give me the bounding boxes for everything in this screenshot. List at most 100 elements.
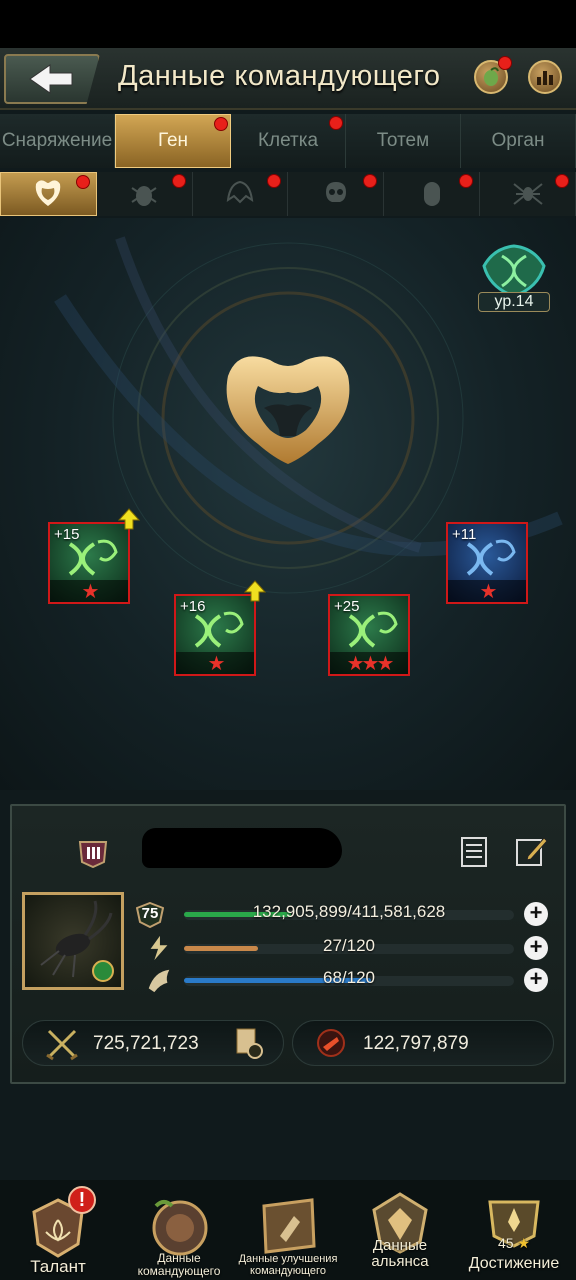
gene-card-bonus: +16 bbox=[180, 598, 206, 615]
nav-talent[interactable]: ! Талант bbox=[18, 1180, 98, 1280]
add-experience-button[interactable]: + bbox=[524, 902, 548, 926]
gene-card[interactable]: +15 ★ bbox=[48, 522, 130, 604]
tab-label: Орган bbox=[491, 130, 545, 151]
nav-achievement[interactable]: 45 ★ Достижение bbox=[458, 1180, 570, 1280]
gene-card[interactable]: +25 ★ ★ ★ bbox=[328, 594, 410, 676]
stat-row-experience: 132,905,899/411,581,628 + bbox=[138, 900, 548, 928]
achievement-count: 45 ★ bbox=[458, 1236, 570, 1250]
power-value: 725,721,723 bbox=[93, 1033, 199, 1054]
subtab-bull-crest[interactable] bbox=[0, 172, 97, 216]
stat-row-energy: 27/120 + bbox=[138, 934, 548, 962]
seed-alert-dot bbox=[498, 56, 512, 70]
nav-commander-data[interactable]: Данные командующего bbox=[124, 1180, 234, 1280]
nav-alliance-data[interactable]: Данные альянса bbox=[350, 1180, 450, 1280]
commander-info-panel: 75 132,905,899/411,581,628 +27/120 +68/120… bbox=[10, 804, 566, 1084]
subtab-helmet[interactable] bbox=[193, 172, 289, 216]
upgrade-arrow-icon bbox=[118, 508, 140, 530]
subtab-alert-dot bbox=[75, 175, 90, 189]
nav-label-commander-data-1: Данные bbox=[157, 1251, 201, 1265]
achievement-count-value: 45 bbox=[497, 1235, 514, 1251]
stat-row-stamina: 68/120 + bbox=[138, 966, 548, 994]
stag-beetle-icon bbox=[40, 900, 114, 982]
gene-card-stars: ★ bbox=[50, 580, 128, 603]
upgrade-data-icon bbox=[262, 1198, 316, 1254]
tab-3[interactable]: Тотем bbox=[346, 114, 461, 168]
star-icon: ★ bbox=[376, 652, 394, 675]
skull-icon bbox=[325, 182, 346, 202]
commander-avatar[interactable] bbox=[22, 892, 124, 990]
bottom-navigation: ! Талант Данные командующего Данные улуч… bbox=[0, 1180, 576, 1280]
seed-icon bbox=[484, 67, 499, 86]
nav-label-achievement: Достижение bbox=[468, 1255, 560, 1272]
gene-emblem-icon bbox=[226, 356, 350, 464]
stat-value: 132,905,899/411,581,628 bbox=[252, 902, 446, 921]
bull-crest-icon bbox=[36, 180, 61, 206]
stat-value: 27/120 bbox=[323, 936, 375, 955]
star-icon: ★ bbox=[81, 580, 100, 603]
kills-icon bbox=[317, 1029, 345, 1057]
nav-upgrade-data[interactable]: Данные улучшения командующего bbox=[232, 1180, 344, 1280]
talent-alert-badge: ! bbox=[68, 1186, 96, 1214]
add-energy-button[interactable]: + bbox=[524, 936, 548, 960]
add-stamina-button[interactable]: + bbox=[524, 968, 548, 992]
subtab-skull[interactable] bbox=[288, 172, 385, 216]
gene-card-bonus: +15 bbox=[54, 526, 80, 543]
notes-icon[interactable] bbox=[458, 836, 490, 868]
subtab-beetle[interactable] bbox=[97, 172, 193, 216]
energy-icon bbox=[150, 935, 168, 961]
back-arrow-icon bbox=[29, 64, 73, 94]
subtab-alert-dot bbox=[554, 174, 569, 188]
tab-label: Тотем bbox=[376, 130, 430, 151]
scroll-clock-icon[interactable] bbox=[233, 1027, 263, 1059]
nav-label-talent: Талант bbox=[30, 1257, 86, 1276]
subtab-spider[interactable] bbox=[480, 172, 576, 216]
beetle-icon bbox=[131, 186, 157, 206]
bar-chart-icon bbox=[537, 71, 553, 85]
nav-label-alliance-data-1: Данные bbox=[372, 1237, 428, 1254]
gene-level-label: ур.14 bbox=[478, 292, 550, 312]
nav-label-alliance-data-2: альянса bbox=[371, 1253, 429, 1270]
gene-card[interactable]: +11 ★ bbox=[446, 522, 528, 604]
stamina-icon bbox=[148, 969, 170, 993]
status-bar-area bbox=[0, 0, 576, 48]
seed-shop-button[interactable] bbox=[474, 56, 512, 94]
gene-card[interactable]: +16 ★ bbox=[174, 594, 256, 676]
back-button[interactable] bbox=[4, 54, 100, 104]
tab-alert-dot bbox=[214, 117, 228, 131]
tab-4[interactable]: Орган bbox=[461, 114, 576, 168]
nav-label-upgrade-data-1: Данные улучшения bbox=[238, 1253, 338, 1265]
subtab-alert-dot bbox=[459, 174, 474, 188]
power-box: 725,721,723 bbox=[22, 1020, 284, 1066]
gene-level-badge[interactable]: ур.14 bbox=[478, 242, 550, 312]
star-icon: ★ bbox=[513, 1235, 531, 1251]
kills-value: 122,797,879 bbox=[363, 1033, 469, 1054]
gene-card-stars: ★ bbox=[448, 580, 526, 603]
subtab-capsule[interactable] bbox=[384, 172, 481, 216]
edit-icon[interactable] bbox=[514, 834, 548, 868]
rank-emblem-icon bbox=[78, 841, 108, 868]
tab-label: Снаряжение bbox=[1, 130, 113, 151]
ranking-button[interactable] bbox=[528, 60, 562, 94]
tab-label: Ген bbox=[157, 130, 189, 151]
star-icon: ★ bbox=[479, 580, 498, 603]
upgrade-arrow-icon bbox=[244, 580, 266, 602]
subtab-alert-dot bbox=[171, 174, 186, 188]
tab-2[interactable]: Клетка bbox=[231, 114, 346, 168]
tab-0[interactable]: Снаряжение bbox=[0, 114, 115, 168]
kills-box: 122,797,879 bbox=[292, 1020, 554, 1066]
commander-name-redacted bbox=[142, 828, 342, 868]
stat-value: 68/120 bbox=[323, 968, 375, 987]
tab-label: Клетка bbox=[257, 130, 319, 151]
spider-icon bbox=[512, 183, 543, 205]
gene-card-stars: ★ ★ ★ bbox=[330, 652, 408, 675]
star-icon: ★ bbox=[346, 652, 365, 675]
star-icon: ★ bbox=[207, 652, 226, 675]
subtab-alert-dot bbox=[363, 174, 378, 188]
subtab-alert-dot bbox=[267, 174, 282, 188]
main-tabs: Снаряжение Ген Клетка Тотем Орган bbox=[0, 114, 576, 168]
gene-card-stars: ★ bbox=[176, 652, 254, 675]
gene-display-area: ур.14 +15 ★ +16 ★ +25 ★ ★ ★ +11 ★ bbox=[0, 218, 576, 790]
tab-1[interactable]: Ген bbox=[115, 114, 231, 168]
gene-card-bonus: +11 bbox=[452, 526, 477, 543]
nav-label-commander-data-2: командующего bbox=[137, 1264, 221, 1278]
